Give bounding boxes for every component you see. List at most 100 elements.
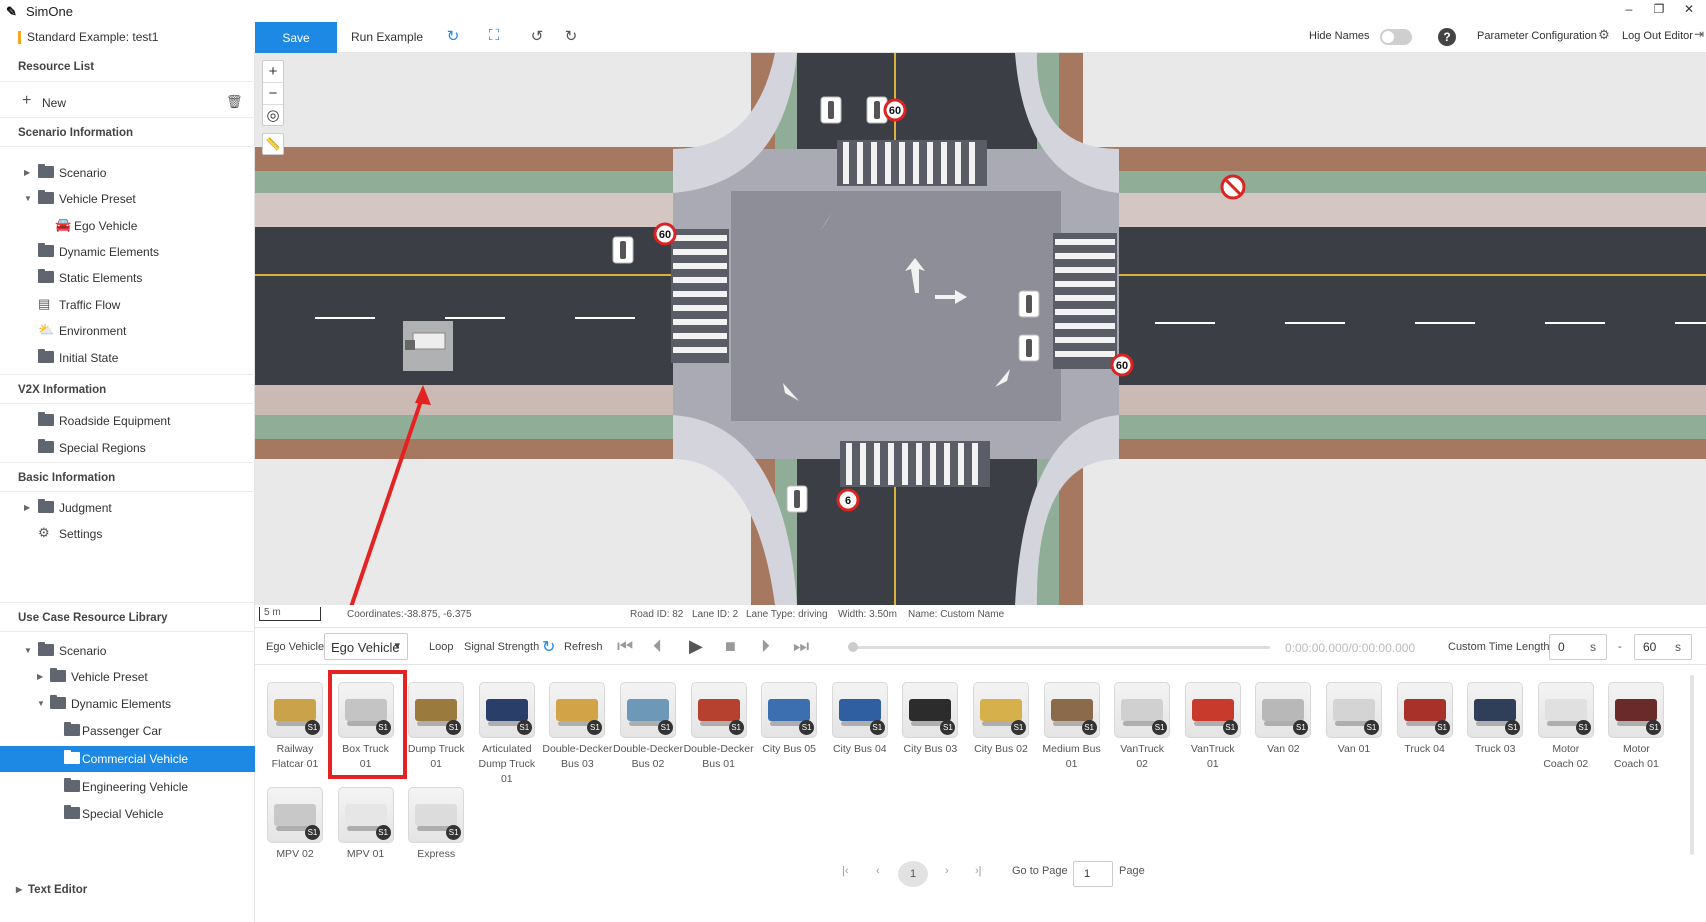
vehicle-card[interactable]: S1 City Bus 02 bbox=[970, 680, 1032, 782]
tree-item-special-regions[interactable]: Special Regions bbox=[0, 435, 255, 461]
tree-item-lib-vehicle-preset[interactable]: ▶ Vehicle Preset bbox=[0, 664, 255, 690]
tree-item-lib-scenario[interactable]: ▼ Scenario bbox=[0, 638, 255, 664]
vehicle-card[interactable]: S1 MPV 02 bbox=[264, 785, 326, 887]
step-back-icon[interactable]: ⏴ bbox=[653, 636, 662, 657]
undo-icon[interactable]: ↺ bbox=[527, 27, 547, 47]
expand-arrow-icon[interactable]: ▶ bbox=[24, 168, 30, 177]
tree-item-commercial-vehicle[interactable]: Commercial Vehicle bbox=[0, 746, 255, 772]
vehicle-card[interactable]: S1 Articulated Dump Truck 01 bbox=[476, 680, 538, 785]
tree-item-environment[interactable]: ⛅ Environment bbox=[0, 318, 255, 344]
expand-arrow-icon[interactable]: ▶ bbox=[37, 672, 43, 681]
collapse-arrow-icon[interactable]: ▼ bbox=[24, 646, 32, 655]
hide-names-toggle[interactable] bbox=[1380, 29, 1412, 45]
vehicle-card[interactable]: S1 City Bus 03 bbox=[899, 680, 961, 782]
last-page-icon[interactable]: ›| bbox=[975, 865, 982, 877]
focus-icon[interactable]: ⛶ bbox=[484, 27, 504, 47]
skip-start-icon[interactable]: ⏮ bbox=[617, 636, 633, 657]
vehicle-card[interactable]: S1 City Bus 04 bbox=[829, 680, 891, 782]
close-icon[interactable]: ✕ bbox=[1678, 2, 1700, 20]
library-scrollbar[interactable] bbox=[1690, 675, 1694, 855]
vehicle-card[interactable]: S1 VanTruck 01 bbox=[1182, 680, 1244, 782]
vehicle-icon bbox=[627, 699, 669, 726]
prev-page-icon[interactable]: ‹ bbox=[876, 865, 880, 877]
save-button[interactable]: Save bbox=[255, 22, 337, 53]
vehicle-thumbnail: S1 bbox=[1326, 682, 1382, 738]
minimize-icon[interactable]: – bbox=[1618, 2, 1640, 20]
sensor-badge: S1 bbox=[587, 720, 603, 735]
run-example-button[interactable]: Run Example bbox=[351, 30, 423, 44]
vehicle-card[interactable]: S1 VanTruck 02 bbox=[1111, 680, 1173, 782]
tree-item-settings[interactable]: ⚙ Settings bbox=[0, 521, 255, 547]
log-out-editor-button[interactable]: Log Out Editor bbox=[1622, 30, 1693, 42]
tree-item-special-vehicle[interactable]: Special Vehicle bbox=[0, 801, 255, 827]
vehicle-card[interactable]: S1 Truck 03 bbox=[1464, 680, 1526, 782]
expand-arrow-icon[interactable]: ▶ bbox=[24, 503, 30, 512]
step-forward-icon[interactable]: ⏵ bbox=[761, 636, 770, 657]
start-time-input[interactable]: 0 s bbox=[1549, 634, 1607, 660]
tree-item-dynamic-elements[interactable]: Dynamic Elements bbox=[0, 239, 255, 265]
refresh-icon[interactable]: ↻ bbox=[542, 637, 555, 657]
vehicle-card[interactable]: S1 Express bbox=[405, 785, 467, 887]
next-page-icon[interactable]: › bbox=[945, 865, 949, 877]
first-page-icon[interactable]: |‹ bbox=[842, 865, 849, 877]
tree-item-vehicle-preset[interactable]: ▼ Vehicle Preset bbox=[0, 186, 255, 212]
vehicle-card[interactable]: S1 City Bus 05 bbox=[758, 680, 820, 782]
new-resource-button[interactable]: + New 🗑 bbox=[0, 90, 255, 116]
timeline-slider[interactable] bbox=[848, 642, 1270, 652]
zoom-in-button[interactable]: + bbox=[263, 61, 283, 83]
settings-gear-icon[interactable]: ⚙ bbox=[1594, 27, 1614, 47]
logout-icon[interactable]: ⇥ bbox=[1689, 27, 1706, 47]
sensor-badge: S1 bbox=[305, 825, 320, 840]
ruler-icon[interactable]: 📏 bbox=[262, 133, 284, 155]
vehicle-card[interactable]: S1 Dump Truck 01 bbox=[405, 680, 467, 782]
vehicle-card[interactable]: S1 Medium Bus 01 bbox=[1041, 680, 1103, 782]
tree-item-judgment[interactable]: ▶ Judgment bbox=[0, 495, 255, 521]
redo-icon[interactable]: ↻ bbox=[561, 27, 581, 47]
help-icon[interactable]: ? bbox=[1438, 28, 1456, 46]
tree-item-static-elements[interactable]: Static Elements bbox=[0, 265, 255, 291]
parameter-configuration-button[interactable]: Parameter Configuration bbox=[1477, 30, 1597, 42]
page-number-input[interactable]: 1 bbox=[1073, 861, 1113, 887]
tree-item-scenario[interactable]: ▶ Scenario bbox=[0, 160, 255, 186]
trash-icon[interactable]: 🗑 bbox=[226, 94, 243, 110]
vehicle-card[interactable]: S1 Double-Decker Bus 02 bbox=[613, 680, 683, 782]
locate-icon[interactable]: ◎ bbox=[263, 105, 283, 127]
tree-item-ego-vehicle[interactable]: 🚘 Ego Vehicle bbox=[0, 213, 255, 239]
reset-icon[interactable]: ↻ bbox=[443, 27, 463, 47]
collapse-arrow-icon[interactable]: ▼ bbox=[37, 699, 45, 708]
zoom-out-button[interactable]: − bbox=[263, 83, 283, 105]
tree-item-traffic-flow[interactable]: ▤ Traffic Flow bbox=[0, 292, 255, 318]
loop-toggle[interactable]: Loop bbox=[429, 641, 453, 653]
skip-end-icon[interactable]: ⏭ bbox=[793, 636, 809, 657]
vehicle-card[interactable]: S1 Truck 04 bbox=[1394, 680, 1456, 782]
vehicle-card[interactable]: S1 MPV 01 bbox=[335, 785, 397, 887]
sensor-badge: S1 bbox=[1434, 720, 1450, 735]
vehicle-card[interactable]: S1 Van 01 bbox=[1323, 680, 1385, 782]
restore-icon[interactable]: ❐ bbox=[1648, 2, 1670, 20]
tree-item-lib-dynamic-elements[interactable]: ▼ Dynamic Elements bbox=[0, 691, 255, 717]
signal-strength-toggle[interactable]: Signal Strength bbox=[464, 641, 539, 653]
text-editor-toggle[interactable]: ▶ Text Editor bbox=[0, 880, 254, 902]
vehicle-card[interactable]: S1 Motor Coach 02 bbox=[1535, 680, 1597, 782]
current-page[interactable]: 1 bbox=[898, 861, 928, 887]
time-readout: 0:00:00.000/0:00:00.000 bbox=[1285, 641, 1416, 655]
vehicle-card[interactable]: S1 Van 02 bbox=[1252, 680, 1314, 782]
refresh-button[interactable]: Refresh bbox=[564, 641, 603, 653]
map-canvas[interactable]: 60 60 60 6 + − ◎ 📏 bbox=[255, 53, 1706, 605]
end-time-input[interactable]: 60 s bbox=[1634, 634, 1692, 660]
tree-item-roadside-equipment[interactable]: Roadside Equipment bbox=[0, 408, 255, 434]
vehicle-card[interactable]: S1 Double-Decker Bus 01 bbox=[684, 680, 754, 782]
play-icon[interactable]: ▶ bbox=[689, 636, 703, 657]
tree-item-engineering-vehicle[interactable]: Engineering Vehicle bbox=[0, 774, 255, 800]
sensor-badge: S1 bbox=[446, 825, 462, 840]
vehicle-card[interactable]: S1 Railway Flatcar 01 bbox=[264, 680, 326, 782]
tree-item-passenger-car[interactable]: Passenger Car bbox=[0, 718, 255, 744]
collapse-arrow-icon[interactable]: ▼ bbox=[24, 194, 32, 203]
vehicle-card[interactable]: S1 Double-Decker Bus 03 bbox=[542, 680, 612, 782]
vehicle-thumbnail: S1 bbox=[620, 682, 676, 738]
tree-item-initial-state[interactable]: Initial State bbox=[0, 345, 255, 371]
vehicle-card[interactable]: S1 Motor Coach 01 bbox=[1605, 680, 1667, 782]
folder-icon bbox=[64, 750, 80, 764]
ego-vehicle-select[interactable]: Ego Vehicle bbox=[324, 633, 408, 660]
stop-icon[interactable]: ■ bbox=[725, 636, 736, 657]
